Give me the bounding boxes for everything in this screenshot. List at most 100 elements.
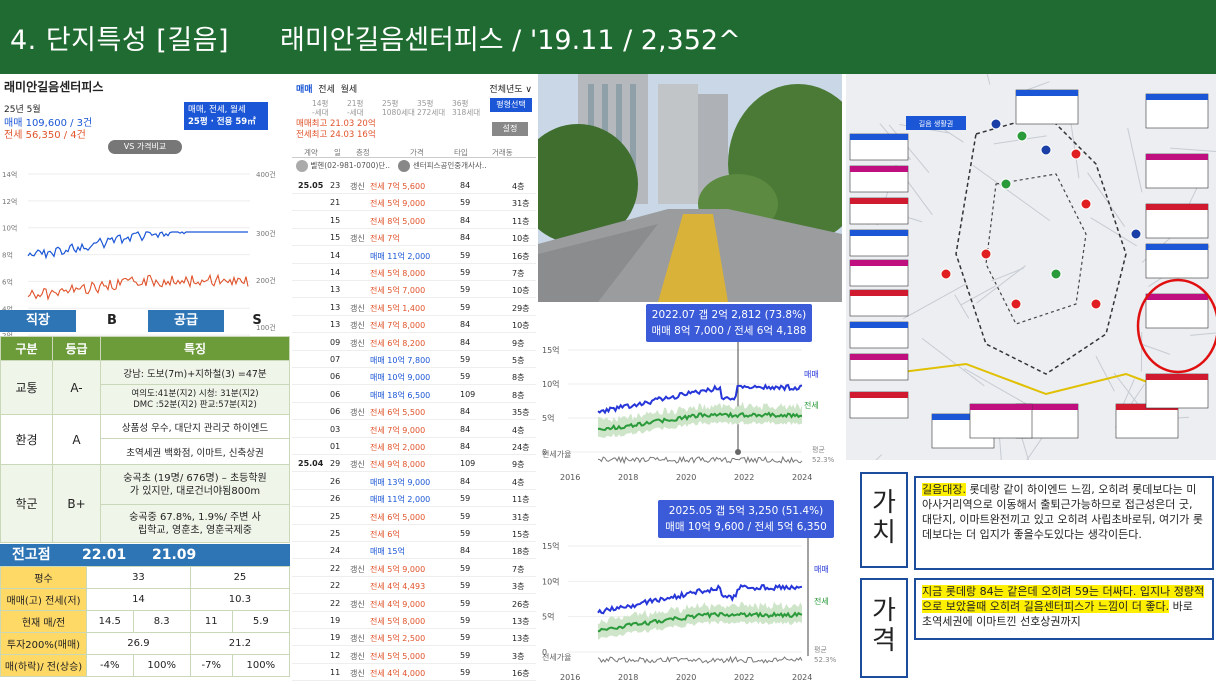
left-panel: 래미안길음센터피스 25년 5월 매매 109,600 / 3건 전세 56,3… (0, 74, 290, 684)
cell: 31층 (512, 512, 530, 522)
map-pin-icon[interactable] (940, 268, 952, 280)
tab-sale[interactable]: 매매 (296, 85, 313, 95)
list-col-header[interactable]: 계약 (304, 147, 318, 158)
cell: 16층 (512, 669, 530, 679)
list-col-header[interactable]: 층정 (356, 147, 370, 158)
agent-name[interactable]: 센터피스공인중개사사.. (413, 161, 487, 170)
cell: 전세 5억 9,000 (370, 564, 426, 574)
map-pin-icon[interactable] (1080, 198, 1092, 210)
x-tick: 2022 (734, 473, 754, 482)
y-tick-right: 300건 (256, 229, 276, 238)
table-row[interactable]: 19 전세 5억 8,000 59 13층 (292, 613, 536, 629)
cell: 3층 (512, 651, 525, 661)
sale-legend: 매매 (814, 565, 829, 574)
selector-line2: 25평 · 전용 59㎡ (188, 117, 256, 127)
table-row[interactable]: 01 전세 8억 2,000 84 24층 (292, 439, 536, 455)
row-category: 교통 (0, 360, 53, 415)
cell: 전세 5억 8,000 (370, 617, 426, 626)
list-col-header[interactable]: 일 (334, 147, 341, 158)
table-row[interactable]: 13 갱신 전세 5억 1,400 59 29층 (292, 300, 536, 316)
price-summary-table: 평수 33 25 매매(고) 전세(저) 14 10.3 현재 매/전 14.5… (0, 566, 290, 677)
cell: 매매 10억 7,800 (370, 356, 431, 365)
map-pin-icon[interactable] (1070, 148, 1082, 160)
map-pin-icon[interactable] (1050, 268, 1062, 280)
table-row[interactable]: 03 전세 7억 9,000 84 4층 (292, 422, 536, 438)
tab-jeonse[interactable]: 전세 (318, 85, 335, 95)
table-row[interactable]: 14 전세 5억 8,000 59 7층 (292, 265, 536, 281)
map-pin-icon[interactable] (1090, 298, 1102, 310)
table-row[interactable]: 19 갱신 전세 5억 2,500 59 13층 (292, 630, 536, 647)
table-row[interactable]: 24 매매 15억 84 18층 (292, 543, 536, 560)
map-pin-icon[interactable] (980, 248, 992, 260)
x-tick: 2016 (560, 473, 580, 482)
size-option[interactable]: 1080세대 (382, 107, 415, 118)
table-row[interactable]: 07 매매 10억 7,800 59 5층 (292, 352, 536, 368)
map-pin-icon[interactable] (1130, 228, 1142, 240)
table-row[interactable]: 13 갱신 전세 7억 8,000 84 10층 (292, 317, 536, 334)
list-col-header[interactable]: 거래동 (492, 147, 513, 158)
pyeong-25: 25 (189, 566, 290, 589)
cell: 19 (330, 616, 341, 625)
size-filter[interactable]: 14평 21평 25평 35평 36평 -세대 -세대 1080세대 272세대 318세대 (312, 98, 492, 118)
cell: 25.04 (298, 459, 324, 469)
value-note: 길음대장. 롯데랑 같이 하이엔드 느낌, 오히려 롯데보다는 미아사거리역으로… (914, 476, 1214, 570)
cell: 13 (330, 320, 341, 330)
agent-name[interactable]: 벨헨(02-981-0700)단.. (310, 161, 390, 170)
table-row[interactable]: 06 매매 18억 6,500 109 8층 (292, 387, 536, 403)
cell: 59 (460, 511, 471, 521)
row-feature: 립학교, 영훈초, 영훈국제중 (138, 524, 252, 536)
table-row[interactable]: 22 전세 4억 4,493 59 3층 (292, 578, 536, 595)
cell: 전세 8억 2,000 (370, 443, 426, 452)
table-row[interactable]: 25 전세 6억 5,000 59 31층 (292, 509, 536, 525)
cell: 갱신 (350, 599, 365, 609)
map-pin-icon[interactable] (1016, 130, 1028, 142)
cell: 전세 9억 8,000 (370, 460, 426, 470)
size-option[interactable]: 318세대 (452, 107, 480, 118)
table-row[interactable]: 26 매매 13억 9,000 84 4층 (292, 474, 536, 490)
size-option[interactable]: 272세대 (417, 107, 445, 118)
table-row[interactable]: 22 갱신 전세 4억 9,000 59 26층 (292, 596, 536, 612)
table-row[interactable]: 12 갱신 전세 5억 5,000 59 3층 (292, 648, 536, 664)
tooltip-gap: 2025.05 갭 5억 3,250 (51.4%) (669, 505, 823, 517)
y-tick: 5억 (542, 413, 554, 423)
rent-legend: 전세 (804, 400, 819, 410)
list-col-header[interactable]: 타입 (454, 147, 468, 158)
table-row[interactable]: 09 갱신 전세 6억 8,200 84 9층 (292, 335, 536, 351)
table-row[interactable]: 21 전세 5억 9,000 59 31층 (292, 195, 536, 212)
list-col-header[interactable]: 가격 (410, 147, 424, 158)
work-grade: B (107, 313, 117, 328)
size-select-button[interactable]: 평형선택 (490, 98, 532, 112)
table-row[interactable]: 14 매매 11억 2,000 59 16층 (292, 248, 536, 264)
change-label: 매(하락)/ 전(상승) (0, 654, 87, 677)
map-pin-icon[interactable] (990, 118, 1002, 130)
cell: 15 (330, 215, 341, 225)
cell: 29 (330, 459, 341, 469)
table-row[interactable]: 06 매매 10억 9,000 59 8층 (292, 369, 536, 386)
cell: 22 (330, 598, 341, 608)
cell: 전세 5억 8,000 (370, 269, 426, 278)
table-row[interactable]: 13 전세 5억 7,000 59 10층 (292, 282, 536, 299)
table-row[interactable]: 11 갱신 전세 4억 4,000 59 16층 (292, 665, 536, 682)
current-value: 14.5 (86, 610, 134, 633)
table-row[interactable]: 22 갱신 전세 5억 9,000 59 7층 (292, 561, 536, 577)
deal-type-selector[interactable]: 매매, 전세, 월세 25평 · 전용 59㎡ (184, 102, 268, 130)
row-feature: 여의도:41분(지2) 시청: 31분(지2) (131, 388, 259, 399)
table-row[interactable]: 25 전세 6억 59 15층 (292, 526, 536, 542)
cell: 22 (330, 581, 341, 591)
tab-monthly[interactable]: 월세 (341, 85, 358, 95)
table-row[interactable]: 25.05 23 갱신 전세 7억 5,600 84 4층 (292, 178, 536, 194)
cell: 8층 (512, 390, 525, 400)
table-row[interactable]: 06 갱신 전세 6억 5,500 84 35층 (292, 404, 536, 421)
map-pin-icon[interactable] (1040, 144, 1052, 156)
cell: 84 (460, 442, 471, 451)
pyeong-label: 평수 (0, 566, 87, 589)
map-pin-icon[interactable] (1000, 178, 1012, 190)
map-pin-icon[interactable] (1010, 298, 1022, 310)
table-row[interactable]: 15 전세 8억 5,000 84 11층 (292, 213, 536, 229)
table-row[interactable]: 26 매매 11억 2,000 59 11층 (292, 491, 536, 508)
table-row[interactable]: 15 갱신 전세 7억 84 10층 (292, 230, 536, 247)
settings-button[interactable]: 설정 (492, 122, 528, 136)
year-selector[interactable]: 전체년도 ∨ (489, 82, 532, 95)
table-row[interactable]: 25.04 29 갱신 전세 9억 8,000 109 9층 (292, 456, 536, 473)
cell: 매매 13억 9,000 (370, 477, 431, 487)
